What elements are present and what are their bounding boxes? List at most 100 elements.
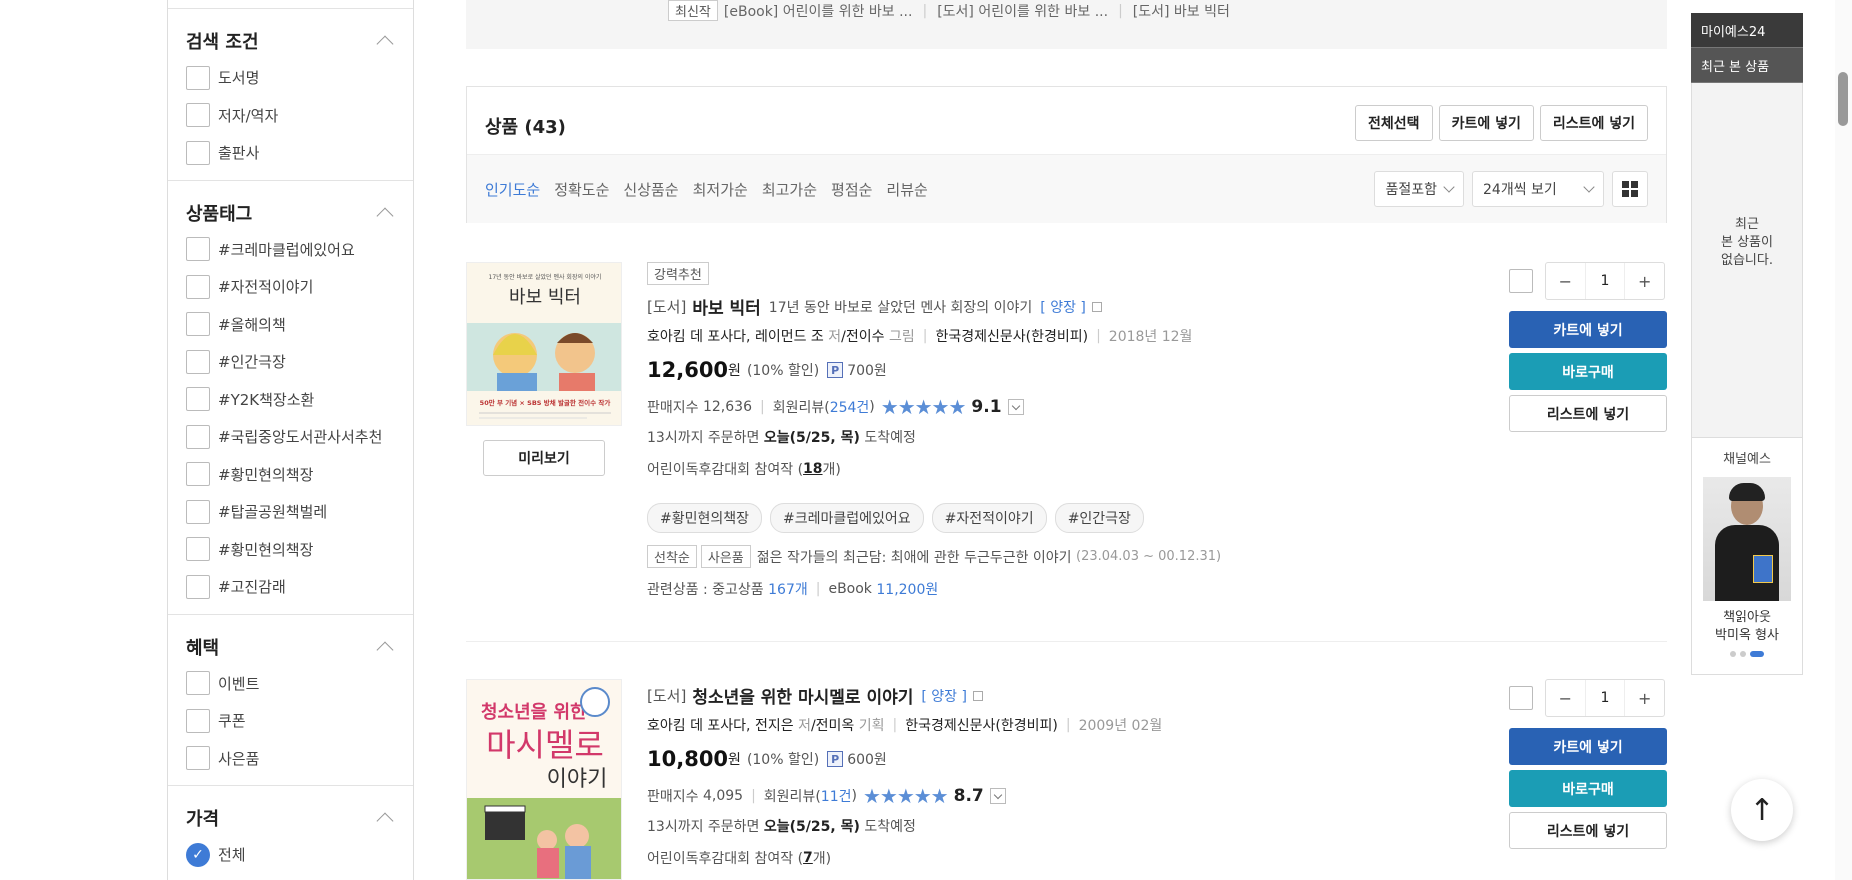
sort-reviews[interactable]: 리뷰순: [886, 179, 927, 200]
chevron-up-icon[interactable]: [376, 35, 394, 53]
product-title[interactable]: 바보 빅터: [692, 294, 760, 319]
book-cover[interactable]: 17년 동안 바보로 살았던 멘사 회장의 이야기 바보 빅터 50만 부 기념…: [466, 262, 622, 426]
section-header[interactable]: 검색 조건: [168, 23, 413, 59]
channel-yes-banner[interactable]: 채널예스 책읽아웃 박미옥 형사: [1691, 437, 1803, 675]
checkbox[interactable]: [186, 574, 210, 599]
grid-view-icon[interactable]: [1612, 171, 1648, 207]
section-header[interactable]: 상품태그: [168, 195, 413, 231]
filter-option[interactable]: 도서명: [168, 59, 413, 97]
author-link[interactable]: 호아킴 데 포사다, 레이먼드 조: [647, 326, 824, 346]
related-link[interactable]: [도서] 바보 빅터: [1133, 1, 1230, 21]
sort-rating[interactable]: 평점순: [831, 179, 872, 200]
filter-option[interactable]: #올해의책: [168, 306, 413, 344]
select-all-button[interactable]: 전체선택: [1355, 105, 1433, 141]
checkbox[interactable]: [186, 349, 210, 374]
review-count[interactable]: 254건: [830, 397, 870, 417]
quantity-stepper[interactable]: − 1 +: [1545, 262, 1665, 300]
checkbox[interactable]: [186, 274, 210, 299]
decrement-button[interactable]: −: [1546, 263, 1585, 299]
checkbox[interactable]: [186, 237, 210, 262]
filter-option[interactable]: #황민현의책장: [168, 456, 413, 494]
used-count-link[interactable]: 167개: [768, 579, 808, 599]
product-tag[interactable]: #자전적이야기: [931, 503, 1047, 533]
select-checkbox[interactable]: [1509, 269, 1533, 293]
buy-now-button[interactable]: 바로구매: [1509, 770, 1667, 807]
ebook-price-link[interactable]: 11,200원: [876, 579, 938, 599]
checkbox[interactable]: [186, 537, 210, 562]
sort-newest[interactable]: 신상품순: [623, 179, 678, 200]
section-header[interactable]: 가격: [168, 800, 413, 836]
checkbox[interactable]: [186, 140, 210, 165]
new-window-icon[interactable]: [972, 690, 983, 701]
checkbox[interactable]: [186, 499, 210, 524]
checkbox[interactable]: [186, 103, 210, 128]
checkbox[interactable]: [186, 65, 210, 90]
author-link[interactable]: 호아킴 데 포사다, 전지은: [647, 715, 794, 735]
add-to-list-button[interactable]: 리스트에 넣기: [1509, 395, 1667, 432]
checkbox[interactable]: [186, 424, 210, 449]
review-count[interactable]: 11건: [821, 786, 852, 806]
sort-lowest-price[interactable]: 최저가순: [693, 179, 748, 200]
scrollbar[interactable]: [1835, 0, 1852, 880]
product-tag[interactable]: #크레마클럽에있어요: [770, 503, 924, 533]
chevron-up-icon[interactable]: [376, 207, 394, 224]
filter-option-selected[interactable]: ✓ 전체: [168, 836, 413, 874]
product-tag[interactable]: #황민현의책장: [647, 503, 763, 533]
checkbox[interactable]: [186, 462, 210, 487]
checkbox[interactable]: [186, 746, 210, 771]
book-cover[interactable]: 청소년을 위한 마시멜로 이야기: [466, 679, 622, 880]
checkbox[interactable]: [186, 312, 210, 337]
checkbox[interactable]: [186, 708, 210, 733]
related-link[interactable]: [도서] 어린이를 위한 바보 ...: [937, 1, 1108, 21]
filter-option[interactable]: #Y2K책장소환: [168, 381, 413, 419]
chevron-up-icon[interactable]: [376, 812, 394, 830]
product-title[interactable]: 청소년을 위한 마시멜로 이야기: [692, 683, 913, 708]
preview-button[interactable]: 미리보기: [483, 440, 605, 476]
add-to-list-button[interactable]: 리스트에 넣기: [1509, 812, 1667, 849]
new-window-icon[interactable]: [1091, 301, 1102, 312]
filter-option[interactable]: 이벤트: [168, 665, 413, 703]
recent-products-tab[interactable]: 최근 본 상품: [1691, 48, 1803, 83]
event-count-link[interactable]: 7: [803, 850, 813, 866]
event-count-link[interactable]: 18: [803, 461, 822, 477]
planner-link[interactable]: /전미옥: [811, 715, 854, 735]
cart-button[interactable]: 카트에 넣기: [1509, 311, 1667, 348]
decrement-button[interactable]: −: [1546, 680, 1585, 716]
quantity-value[interactable]: 1: [1584, 263, 1626, 299]
scrollbar-thumb[interactable]: [1838, 72, 1848, 126]
cart-button[interactable]: 카트에 넣기: [1509, 728, 1667, 765]
soldout-filter-select[interactable]: 품절포함: [1374, 171, 1464, 207]
my-yes24-tab[interactable]: 마이예스24: [1691, 13, 1803, 48]
publisher-link[interactable]: 한국경제신문사(한경비피): [905, 715, 1058, 735]
illustrator-link[interactable]: /전이수: [841, 326, 884, 346]
filter-option[interactable]: #인간극장: [168, 343, 413, 381]
add-to-list-button[interactable]: 리스트에 넣기: [1539, 105, 1648, 141]
sort-accuracy[interactable]: 정확도순: [554, 179, 609, 200]
section-header[interactable]: 혜택: [168, 629, 413, 665]
chevron-up-icon[interactable]: [376, 641, 394, 658]
sort-popularity[interactable]: 인기도순: [485, 179, 540, 200]
per-page-select[interactable]: 24개씩 보기: [1472, 171, 1604, 207]
increment-button[interactable]: +: [1625, 680, 1664, 716]
select-checkbox[interactable]: [1509, 686, 1533, 710]
filter-option[interactable]: #탑골공원책벌레: [168, 493, 413, 531]
filter-option[interactable]: #자전적이야기: [168, 268, 413, 306]
add-to-cart-button[interactable]: 카트에 넣기: [1438, 105, 1534, 141]
sort-highest-price[interactable]: 최고가순: [762, 179, 817, 200]
product-tag[interactable]: #인간극장: [1054, 503, 1144, 533]
publisher-link[interactable]: 한국경제신문사(한경비피): [935, 326, 1088, 346]
filter-option[interactable]: #고진감래: [168, 568, 413, 606]
filter-option[interactable]: #황민현의책장: [168, 531, 413, 569]
promo-text[interactable]: 젊은 작가들의 최근담: 최애에 관한 두근두근한 이야기: [757, 547, 1072, 567]
rating-dropdown-icon[interactable]: [989, 788, 1006, 804]
checkbox[interactable]: [186, 387, 210, 412]
checkbox[interactable]: [186, 671, 210, 696]
related-link[interactable]: [eBook] 어린이를 위한 바보 ...: [724, 1, 913, 21]
quantity-stepper[interactable]: − 1 +: [1545, 679, 1665, 717]
filter-option[interactable]: #크레마클럽에있어요: [168, 231, 413, 269]
check-icon[interactable]: ✓: [186, 842, 210, 867]
filter-option[interactable]: 저자/역자: [168, 97, 413, 135]
filter-option[interactable]: 사은품: [168, 740, 413, 778]
buy-now-button[interactable]: 바로구매: [1509, 353, 1667, 390]
quantity-value[interactable]: 1: [1584, 680, 1626, 716]
